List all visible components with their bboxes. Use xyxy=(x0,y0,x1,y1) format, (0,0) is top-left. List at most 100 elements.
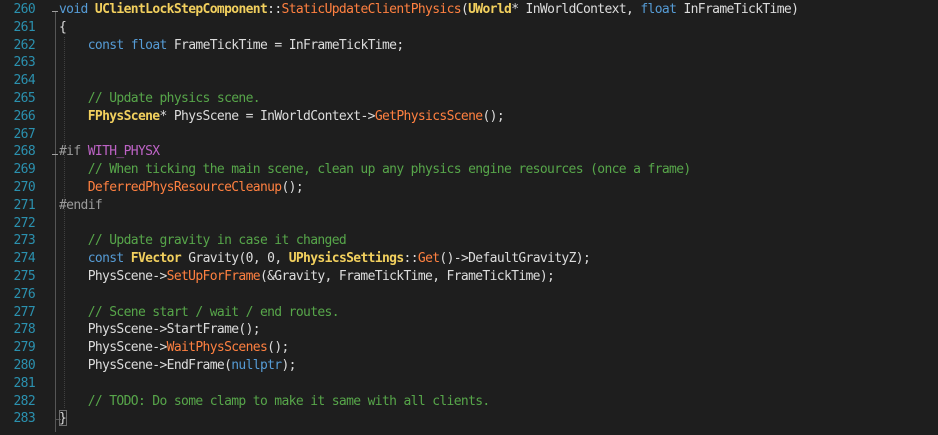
collapse-icon-260[interactable] xyxy=(52,11,58,12)
code-line[interactable]: FPhysScene* PhysScene = InWorldContext->… xyxy=(59,108,798,126)
code-line[interactable]: // TODO: Do some clamp to make it same w… xyxy=(59,393,798,411)
code-token: InFrameTickTime) xyxy=(676,2,799,17)
code-line[interactable]: ​ xyxy=(59,215,798,233)
line-number: 280 xyxy=(13,357,35,373)
line-number-gutter: 260 261 262 263 264 265 266 267 268 269 270 271 272 2… xyxy=(0,1,48,428)
code-line[interactable]: // Update physics scene. xyxy=(59,90,798,108)
code-token: * InWorldContext, xyxy=(511,2,641,17)
code-line[interactable]: ​ xyxy=(59,72,798,90)
line-number: 267 xyxy=(13,126,35,142)
code-token: (&Gravity, FrameTickTime, FrameTickTime)… xyxy=(259,268,555,284)
code-token: GetPhysicsScene xyxy=(374,108,483,124)
line-number: 260 xyxy=(13,2,35,17)
code-token: PhysScene-> xyxy=(59,268,168,284)
line-number: 278 xyxy=(13,322,35,338)
code-token: nullptr xyxy=(231,357,282,373)
line-number: 279 xyxy=(13,340,35,356)
code-token: UWorld xyxy=(468,2,512,17)
code-line[interactable]: DeferredPhysResourceCleanup(); xyxy=(59,179,798,197)
code-editor[interactable]: 260 261 262 263 264 265 266 267 268 269 270 271 272 2… xyxy=(0,0,938,435)
code-token: // Update physics scene. xyxy=(87,90,261,106)
code-token: // TODO: Do some clamp to make it same w… xyxy=(87,393,491,409)
line-number: 261 xyxy=(13,19,35,35)
code-token: :: xyxy=(267,2,282,17)
line-number: 270 xyxy=(13,179,35,195)
code-token: WaitPhysScenes xyxy=(166,340,268,356)
code-line[interactable]: // When ticking the main scene, clean up… xyxy=(59,161,798,179)
line-number: 277 xyxy=(13,304,35,320)
line-number: 276 xyxy=(13,286,35,302)
code-line[interactable]: const float FrameTickTime = InFrameTickT… xyxy=(59,37,798,55)
code-line[interactable]: ​ xyxy=(59,54,798,72)
code-token: ()->DefaultGravityZ); xyxy=(439,251,591,267)
code-token: float xyxy=(130,37,168,53)
code-token: PhysScene->StartFrame(); xyxy=(59,322,261,338)
code-line[interactable]: const FVector Gravity(0, 0, UPhysicsSett… xyxy=(59,250,798,268)
code-token: DeferredPhysResourceCleanup xyxy=(87,179,282,195)
fold-guide-line xyxy=(55,12,56,432)
code-token: // Scene start / wait / end routes. xyxy=(87,304,340,320)
line-number: 271 xyxy=(13,197,35,213)
code-line[interactable]: // Scene start / wait / end routes. xyxy=(59,304,798,322)
code-line[interactable]: // Update gravity in case it changed xyxy=(59,232,798,250)
line-number: 269 xyxy=(13,162,35,178)
code-token: (); xyxy=(281,179,304,195)
code-line[interactable]: PhysScene->EndFrame(nullptr); xyxy=(59,357,798,375)
code-line[interactable]: { xyxy=(59,19,798,37)
brace-match-highlight xyxy=(59,410,67,426)
code-token: const xyxy=(87,251,125,267)
code-line[interactable]: #if WITH_PHYSX xyxy=(59,143,798,161)
code-token: ); xyxy=(281,357,297,373)
code-token: float xyxy=(640,2,677,17)
code-token: UClientLockStepComponent xyxy=(94,2,268,17)
code-token: * PhysScene = InWorldContext-> xyxy=(159,108,376,124)
code-token: StaticUpdateClientPhysics xyxy=(281,2,462,17)
code-token: // Update gravity in case it changed xyxy=(87,233,347,249)
line-number: 264 xyxy=(13,73,35,89)
code-token: FVector xyxy=(130,251,182,267)
code-token: #if xyxy=(59,144,88,160)
line-number: 272 xyxy=(13,215,35,231)
line-number: 282 xyxy=(13,393,35,409)
code-token: PhysScene->EndFrame( xyxy=(59,357,232,373)
code-line[interactable]: } xyxy=(59,410,798,428)
line-number: 265 xyxy=(13,90,35,106)
code-token: PhysScene-> xyxy=(59,340,168,356)
code-token: :: xyxy=(403,251,419,267)
code-token: Gravity(0, 0, xyxy=(181,251,289,267)
line-number: 274 xyxy=(13,251,35,267)
code-token: (); xyxy=(482,108,504,124)
code-token: { xyxy=(59,19,67,35)
line-number: 281 xyxy=(13,375,35,391)
code-line[interactable]: ​ xyxy=(59,126,798,144)
code-line[interactable]: PhysScene->StartFrame(); xyxy=(59,321,798,339)
code-line[interactable]: ​ xyxy=(59,375,798,393)
line-number: 283 xyxy=(13,411,35,427)
code-line[interactable]: ​ xyxy=(59,286,798,304)
code-token: const xyxy=(87,37,125,53)
line-number: 266 xyxy=(13,108,35,124)
code-area[interactable]: void UClientLockStepComponent::StaticUpd… xyxy=(59,1,799,428)
code-token: void xyxy=(59,2,88,17)
code-line[interactable]: PhysScene->WaitPhysScenes(); xyxy=(59,339,798,357)
code-token: SetUpForFrame xyxy=(166,268,261,284)
line-number: 268 xyxy=(13,144,35,160)
collapse-icon-268[interactable] xyxy=(52,154,58,155)
line-number: 263 xyxy=(13,55,35,71)
line-number: 273 xyxy=(13,233,35,249)
code-line[interactable]: PhysScene->SetUpForFrame(&Gravity, Frame… xyxy=(59,268,798,286)
code-token: #endif xyxy=(59,197,103,213)
code-line[interactable]: #endif xyxy=(59,197,798,215)
code-line[interactable]: void UClientLockStepComponent::StaticUpd… xyxy=(59,1,799,19)
